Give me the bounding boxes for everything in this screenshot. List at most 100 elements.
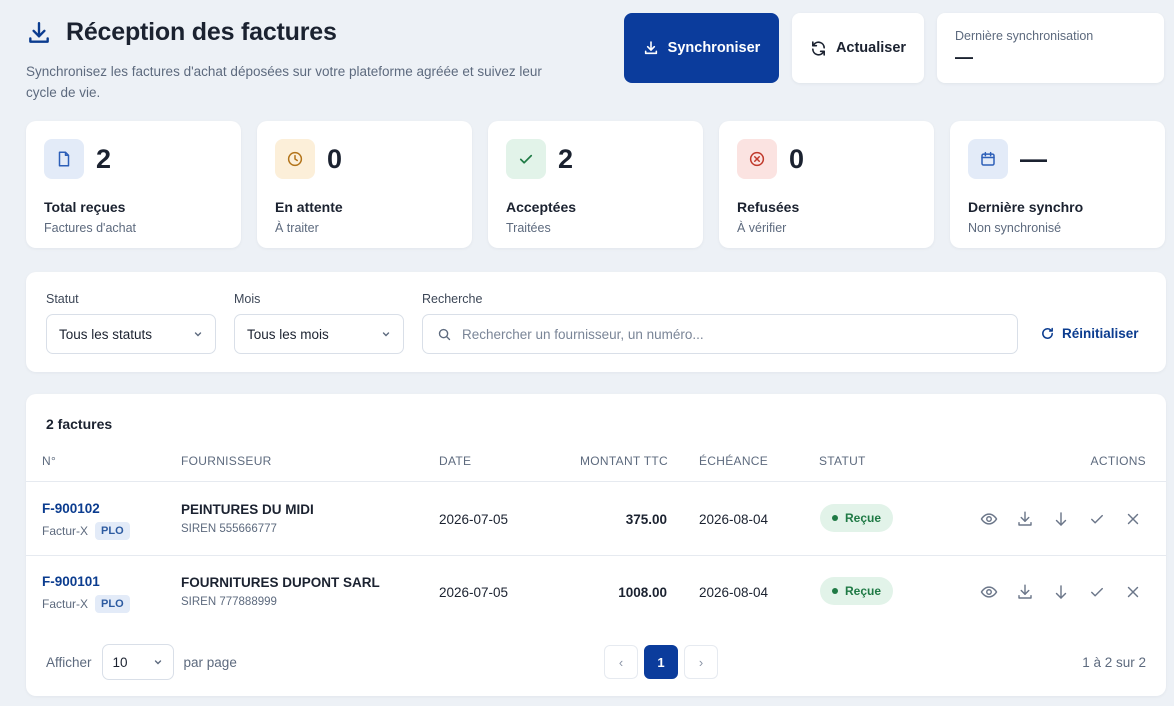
month-select[interactable]: Tous les mois (234, 314, 404, 354)
search-input[interactable]: Rechercher un fournisseur, un numéro... (422, 314, 1018, 354)
close-icon[interactable] (1124, 583, 1142, 601)
status-select[interactable]: Tous les statuts (46, 314, 216, 354)
stat-value: — (1020, 143, 1047, 174)
show-label: Afficher (46, 654, 92, 670)
per-page-select[interactable]: 10 (101, 644, 174, 680)
stat-card-accepted: 2 Acceptées Traitées (488, 121, 703, 248)
invoice-amount: 375.00 (625, 512, 667, 527)
stat-value: 2 (96, 143, 112, 174)
stat-value: 2 (558, 143, 574, 174)
refresh-icon (1042, 327, 1053, 339)
arrow-down-icon[interactable] (1052, 583, 1070, 601)
status-badge: Reçue (820, 504, 894, 532)
invoice-date: 2026-07-05 (439, 512, 509, 527)
stat-card-total: 2 Total reçues Factures d'achat (26, 121, 241, 248)
reset-label: Réinitialiser (1062, 326, 1139, 341)
stats-row: 2 Total reçues Factures d'achat 0 En att… (26, 121, 1165, 248)
status-select-value: Tous les statuts (59, 326, 153, 342)
reset-button[interactable]: Réinitialiser (1040, 326, 1139, 341)
invoice-due-date: 2026-08-04 (699, 585, 769, 600)
stat-value: 0 (327, 143, 343, 174)
stat-card-last-sync: — Dernière synchro Non synchronisé (950, 121, 1165, 248)
page-header: Réception des factures Synchronisez les … (26, 18, 586, 103)
invoice-format: Factur-X (42, 597, 89, 611)
check-icon (506, 139, 546, 179)
stat-sub: Traitées (506, 221, 551, 235)
last-sync-label: Dernière synchronisation (955, 29, 1094, 43)
status-filter-label: Statut (46, 292, 79, 306)
download-icon[interactable] (1016, 510, 1034, 528)
status-badge: Reçue (820, 577, 894, 605)
column-header: MONTANT TTC (580, 454, 668, 468)
supplier-siren: SIREN 777888999 (181, 596, 277, 608)
synchronize-label: Synchroniser (667, 40, 761, 56)
stat-sub: À traiter (275, 221, 319, 235)
eye-icon[interactable] (980, 583, 998, 601)
table-row: F-900101 Factur-X PLO FOURNITURES DUPONT… (26, 556, 1166, 629)
stat-label: Dernière synchro (968, 199, 1084, 215)
pagination: ‹ 1 › (604, 645, 718, 679)
last-sync-card: Dernière synchronisation — (937, 13, 1164, 83)
close-icon[interactable] (1124, 510, 1142, 528)
download-icon (644, 41, 657, 55)
result-range: 1 à 2 sur 2 (1082, 655, 1146, 670)
download-icon (29, 21, 49, 43)
refresh-label: Actualiser (835, 40, 907, 56)
clock-icon (275, 139, 315, 179)
invoice-number-link[interactable]: F-900102 (42, 501, 130, 516)
platform-tag: PLO (95, 522, 130, 540)
search-icon (438, 328, 451, 340)
invoice-date: 2026-07-05 (439, 585, 509, 600)
per-page-label: par page (183, 654, 237, 670)
next-page-button[interactable]: › (684, 645, 718, 679)
stat-sub: Factures d'achat (44, 221, 137, 235)
eye-icon[interactable] (980, 510, 998, 528)
page-title: Réception des factures (66, 18, 337, 46)
column-header: ACTIONS (1090, 454, 1146, 468)
refresh-button[interactable]: Actualiser (792, 13, 924, 83)
page-button[interactable]: 1 (644, 645, 678, 679)
stat-value: 0 (789, 143, 805, 174)
column-header: STATUT (819, 454, 866, 468)
invoice-number-link[interactable]: F-900101 (42, 574, 130, 589)
last-sync-value: — (955, 47, 973, 67)
stat-sub: Non synchronisé (968, 221, 1062, 235)
invoice-count: 2 factures (46, 416, 113, 432)
supplier-name: FOURNITURES DUPONT SARL (181, 575, 380, 590)
page-subtitle: Synchronisez les factures d'achat déposé… (26, 64, 542, 100)
stat-card-pending: 0 En attente À traiter (257, 121, 472, 248)
invoice-format: Factur-X (42, 524, 89, 538)
supplier-siren: SIREN 555666777 (181, 523, 277, 535)
stat-label: En attente (275, 199, 343, 215)
stat-label: Total reçues (44, 199, 126, 215)
column-header: DATE (439, 454, 472, 468)
download-icon[interactable] (1016, 583, 1034, 601)
chevron-down-icon (382, 332, 390, 337)
filters-panel: Statut Tous les statuts Mois Tous les mo… (26, 272, 1166, 372)
stat-card-refused: 0 Refusées À vérifier (719, 121, 934, 248)
check-icon[interactable] (1088, 583, 1106, 601)
prev-page-button[interactable]: ‹ (604, 645, 638, 679)
chevron-down-icon (154, 660, 161, 665)
invoices-table: 2 factures N° FOURNISSEUR DATE MONTANT T… (26, 394, 1166, 696)
month-filter-label: Mois (234, 292, 261, 306)
invoice-due-date: 2026-08-04 (699, 512, 769, 527)
column-header: ÉCHÉANCE (699, 454, 769, 468)
per-page-value: 10 (112, 654, 128, 670)
stat-label: Refusées (737, 199, 800, 215)
stat-sub: À vérifier (737, 221, 787, 235)
refresh-icon (811, 40, 825, 56)
column-header: N° (42, 454, 57, 468)
synchronize-button[interactable]: Synchroniser (624, 13, 779, 83)
check-icon[interactable] (1088, 510, 1106, 528)
month-select-value: Tous les mois (247, 326, 329, 342)
invoice-amount: 1008.00 (618, 585, 667, 600)
page-size-control: Afficher 10 par page (46, 644, 237, 680)
table-row: F-900102 Factur-X PLO PEINTURES DU MIDI … (26, 482, 1166, 555)
x-circle-icon (737, 139, 777, 179)
search-label: Recherche (422, 292, 483, 306)
arrow-down-icon[interactable] (1052, 510, 1070, 528)
stat-label: Acceptées (506, 199, 577, 215)
document-icon (44, 139, 84, 179)
search-placeholder: Rechercher un fournisseur, un numéro... (462, 326, 704, 342)
